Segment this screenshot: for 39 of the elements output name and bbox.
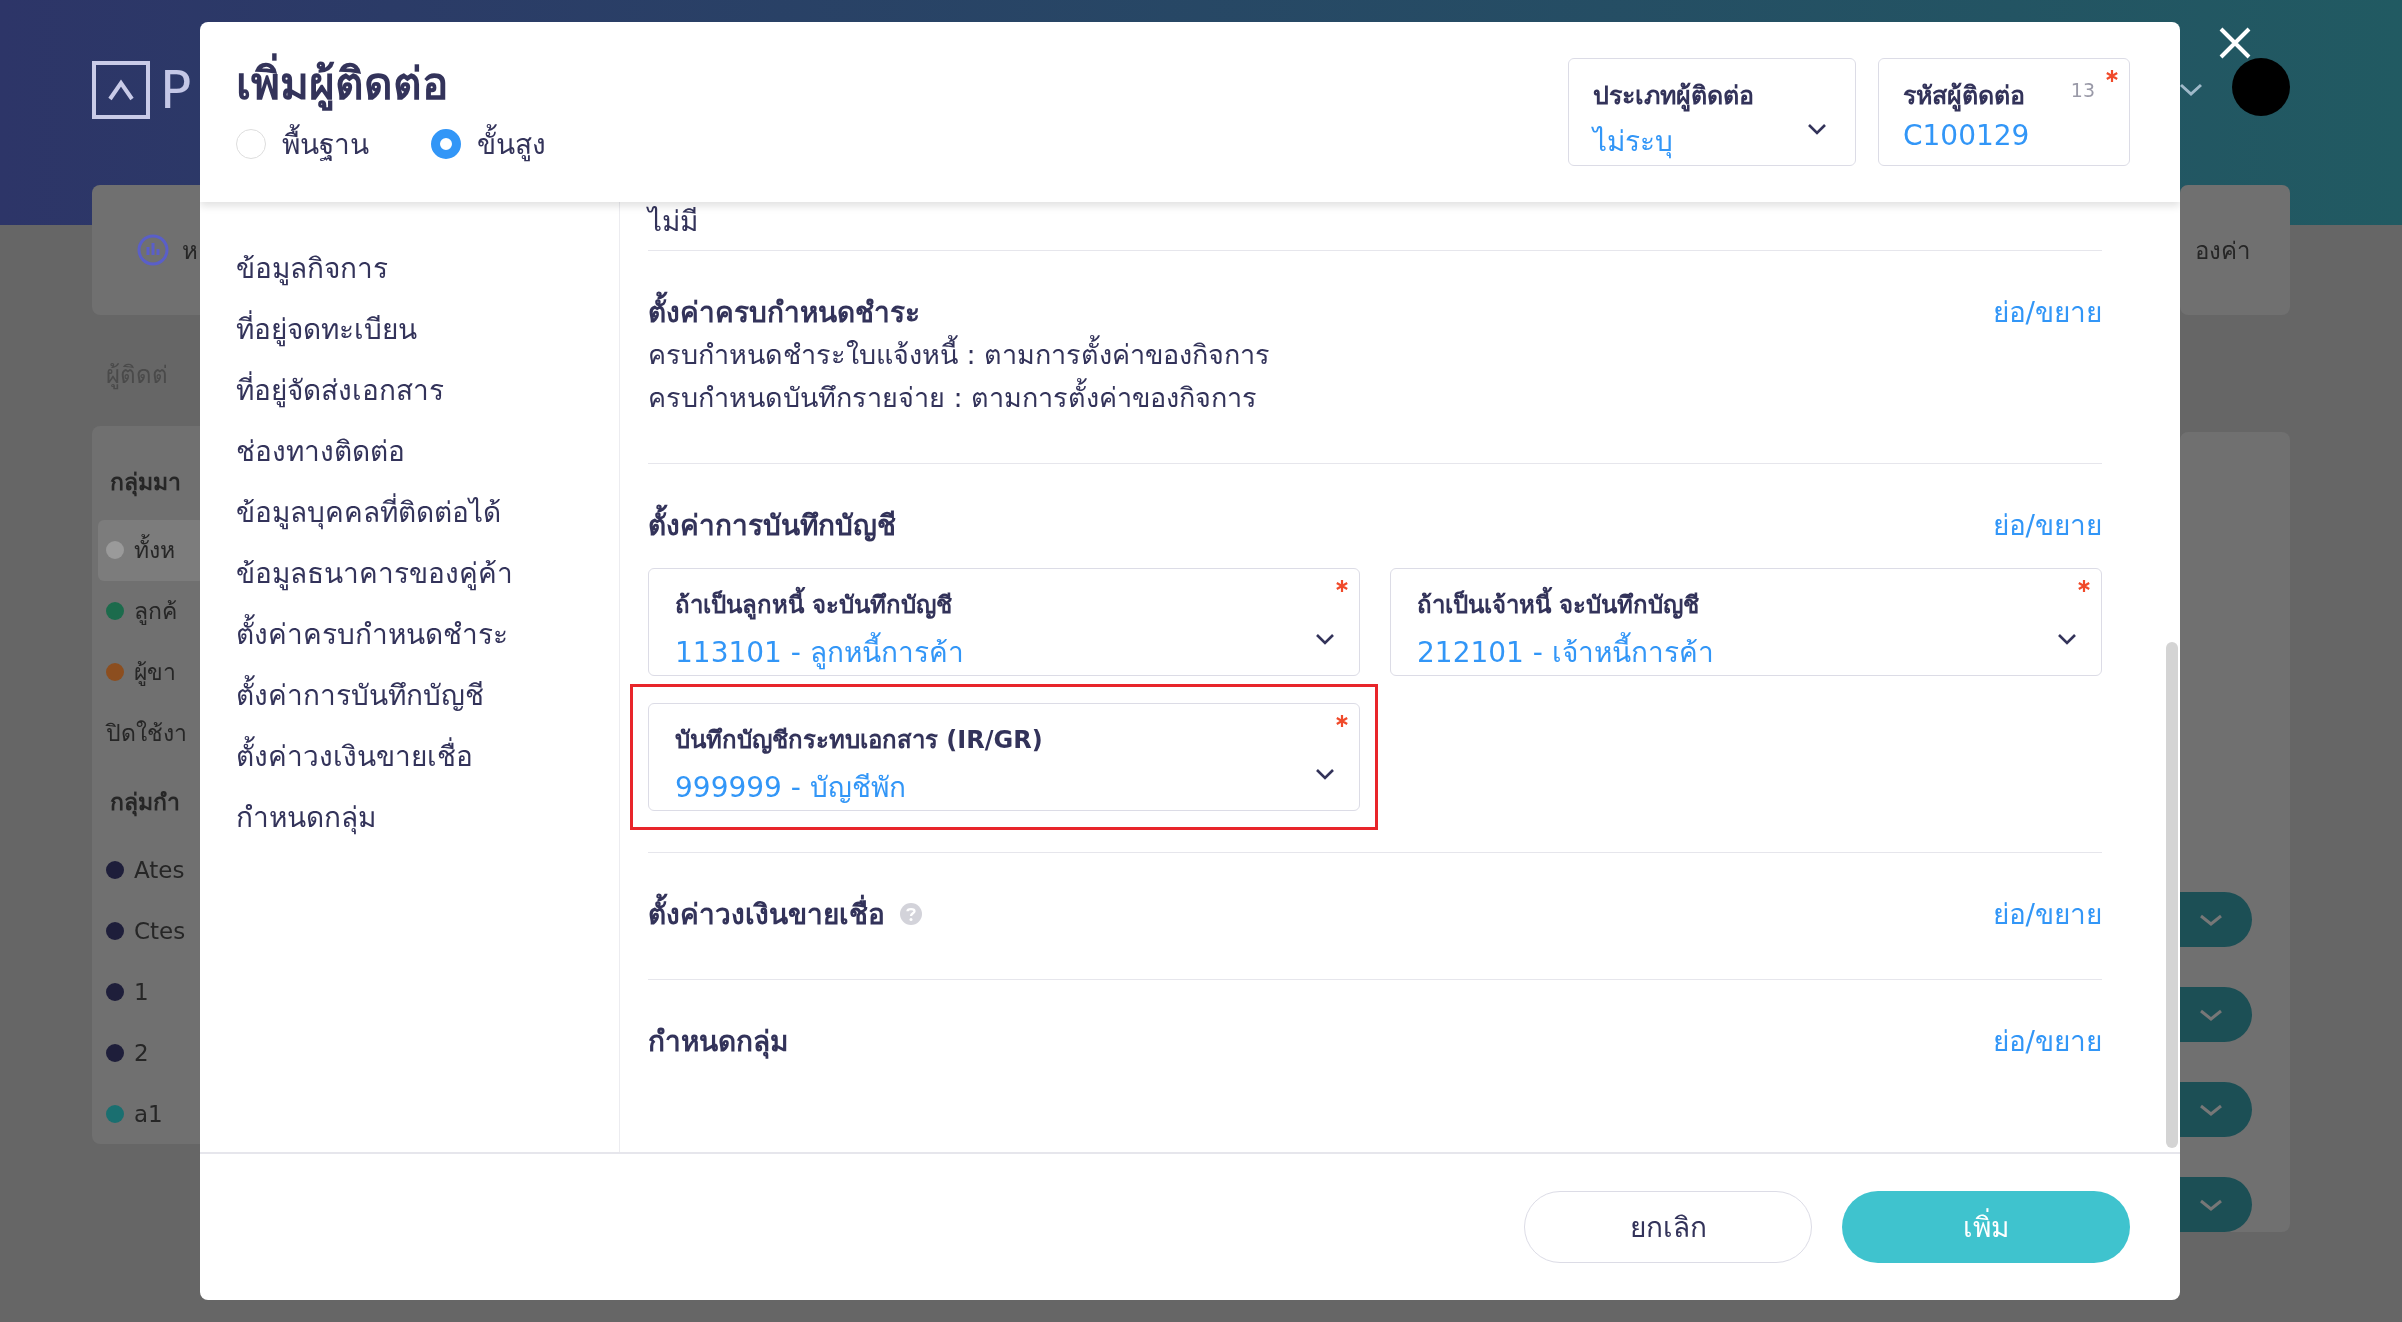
section-link[interactable]: ตั้งค่าครบกำหนดชำระ [236,604,619,665]
section-link[interactable]: กำหนดกลุ่ม [236,787,619,848]
section-title: ตั้งค่าการบันทึกบัญชี [648,503,896,547]
setting-text: ครบกำหนดชำระใบแจ้งหนี้ : ตามการตั้งค่าของกิจการ [648,333,2102,376]
section-link[interactable]: ที่อยู่จัดส่งเอกสาร [236,360,619,421]
logo: P [92,60,192,120]
logo-mark-icon [92,61,150,119]
chevron-down-icon [1315,633,1335,645]
account-select[interactable]: ถ้าเป็นลูกหนี้ จะบันทึกบัญชี 113101 - ลูกหนี้การค้า [648,568,1360,676]
cancel-button[interactable]: ยกเลิก [1524,1191,1812,1263]
section-title: ตั้งค่าครบกำหนดชำระ [648,290,920,334]
dialog-title: เพิ่มผู้ติดต่อ [236,48,546,118]
section-link[interactable]: ข้อมูลบุคคลที่ติดต่อได้ [236,482,619,543]
section-link[interactable]: ตั้งค่าการบันทึกบัญชี [236,665,619,726]
section-link[interactable]: ช่องทางติดต่อ [236,421,619,482]
section-link[interactable]: ที่อยู่จดทะเบียน [236,299,619,360]
radio-option[interactable]: ขั้นสูง [431,122,546,166]
field-value: ไม่มี [648,204,699,240]
chevron-down-icon [2057,633,2077,645]
chevron-down-icon[interactable] [2178,82,2204,98]
account-select[interactable]: ถ้าเป็นเจ้าหนี้ จะบันทึกบัญชี 212101 - เจ้าหนี้การค้า [1390,568,2102,676]
section-title: กำหนดกลุ่ม [648,1024,788,1061]
close-icon[interactable] [2218,26,2252,60]
contact-code-field[interactable]: รหัสผู้ติดต่อ C100129 13 [1878,58,2130,166]
group-heading: กลุ่มมา [109,468,181,499]
setting-text: ครบกำหนดบันทึกรายจ่าย : ตามการตั้งค่าของกิจการ [648,376,2102,419]
chart-icon [136,233,170,267]
character-counter: 13 [2070,79,2095,101]
section-link[interactable]: ข้อมูลธนาคารของคู่ค้า [236,543,619,604]
group-heading: กลุ่มกำ [109,787,180,819]
scrollbar[interactable] [2166,642,2178,1148]
radio-option[interactable]: พื้นฐาน [236,122,369,166]
contact-type-select[interactable]: ประเภทผู้ติดต่อ ไม่ระบุ [1568,58,1856,166]
account-select[interactable]: บันทึกบัญชีกระทบเอกสาร (IR/GR) 999999 - บัญชีพัก [648,703,1360,811]
chevron-down-icon [1807,123,1827,135]
section-title: ตั้งค่าวงเงินขายเชื่อ [648,892,885,936]
section-link[interactable]: ข้อมูลกิจการ [236,238,619,299]
section-link[interactable]: ตั้งค่าวงเงินขายเชื่อ [236,726,619,787]
chevron-down-icon [1315,768,1335,780]
